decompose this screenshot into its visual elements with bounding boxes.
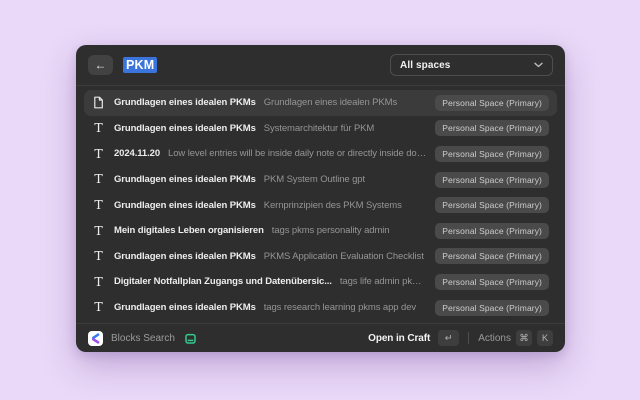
k-keycap: K <box>537 330 553 346</box>
result-row[interactable]: T Grundlagen eines idealen PKMs Grundlag… <box>84 90 557 116</box>
result-subtitle: Kernprinzipien des PKM Systems <box>264 200 402 211</box>
open-in-craft-label: Open in Craft <box>368 333 430 344</box>
back-button[interactable]: ← <box>88 55 113 75</box>
result-subtitle: tags research learning pkms app dev <box>264 302 416 313</box>
space-badge: Personal Space (Primary) <box>435 95 549 111</box>
result-title: Grundlagen eines idealen PKMs <box>114 174 256 185</box>
blocks-status-icon <box>184 332 197 345</box>
result-subtitle: Low level entries will be inside daily n… <box>168 148 427 159</box>
command-keycap: ⌘ <box>516 330 532 346</box>
actions-button[interactable]: Actions ⌘ K <box>478 330 553 346</box>
result-title: Grundlagen eines idealen PKMs <box>114 302 256 313</box>
result-title: Grundlagen eines idealen PKMs <box>114 200 256 211</box>
result-row[interactable]: T Grundlagen eines idealen PKMs tags res… <box>84 295 557 321</box>
space-badge: Personal Space (Primary) <box>435 223 549 239</box>
text-block-icon: T <box>94 276 102 289</box>
result-row[interactable]: T 2024.11.20 Low level entries will be i… <box>84 141 557 167</box>
result-row[interactable]: T Grundlagen eines idealen PKMs PKM Syst… <box>84 167 557 193</box>
result-row[interactable]: T Digitaler Notfallplan Zugangs und Date… <box>84 269 557 295</box>
craft-logo-icon <box>88 331 103 346</box>
result-subtitle: tags pkms personality admin <box>272 225 390 236</box>
blocks-search-modal: ← PKM All spaces T Grundlagen eines idea… <box>76 45 565 352</box>
footer-divider <box>468 332 469 344</box>
text-block-icon: T <box>94 301 102 314</box>
space-badge: Personal Space (Primary) <box>435 248 549 264</box>
chevron-down-icon <box>534 62 543 68</box>
text-block-icon: T <box>94 122 102 135</box>
result-title: Grundlagen eines idealen PKMs <box>114 97 256 108</box>
space-badge: Personal Space (Primary) <box>435 146 549 162</box>
result-subtitle: PKMS Application Evaluation Checklist <box>264 251 424 262</box>
results-list: T Grundlagen eines idealen PKMs Grundlag… <box>76 86 565 323</box>
text-block-icon: T <box>94 199 102 212</box>
result-title: Grundlagen eines idealen PKMs <box>114 251 256 262</box>
desktop-background: { "header": { "query": "PKM", "spaces_dr… <box>0 0 640 400</box>
document-icon <box>93 96 104 109</box>
footer-bar: Blocks Search Open in Craft ↵ Actions ⌘ … <box>76 323 565 352</box>
result-row[interactable]: T Grundlagen eines idealen PKMs Kernprin… <box>84 192 557 218</box>
result-row[interactable]: T Grundlagen eines idealen PKMs PKMS App… <box>84 244 557 270</box>
search-query-text: PKM <box>123 57 157 73</box>
app-name-label: Blocks Search <box>111 333 175 344</box>
search-header: ← PKM All spaces <box>76 45 565 86</box>
actions-label: Actions <box>478 333 511 344</box>
result-title: Mein digitales Leben organisieren <box>114 225 264 236</box>
text-block-icon: T <box>94 148 102 161</box>
space-badge: Personal Space (Primary) <box>435 172 549 188</box>
space-badge: Personal Space (Primary) <box>435 300 549 316</box>
space-badge: Personal Space (Primary) <box>435 274 549 290</box>
result-title: Digitaler Notfallplan Zugangs und Datenü… <box>114 276 332 287</box>
back-arrow-icon: ← <box>95 59 107 71</box>
result-title: 2024.11.20 <box>114 148 160 159</box>
text-block-icon: T <box>94 250 102 263</box>
open-in-craft-button[interactable]: Open in Craft ↵ <box>368 330 459 346</box>
text-block-icon: T <box>94 173 102 186</box>
result-subtitle: Grundlagen eines idealen PKMs <box>264 97 397 108</box>
spaces-filter-dropdown[interactable]: All spaces <box>390 54 553 76</box>
space-badge: Personal Space (Primary) <box>435 120 549 136</box>
result-row[interactable]: T Mein digitales Leben organisieren tags… <box>84 218 557 244</box>
text-block-icon: T <box>94 225 102 238</box>
result-subtitle: PKM System Outline gpt <box>264 174 365 185</box>
result-title: Grundlagen eines idealen PKMs <box>114 123 256 134</box>
result-subtitle: Systemarchitektur für PKM <box>264 123 374 134</box>
search-input[interactable]: PKM <box>123 57 157 73</box>
spaces-filter-label: All spaces <box>400 60 450 71</box>
result-subtitle: tags life admin pkms security <box>340 276 427 287</box>
space-badge: Personal Space (Primary) <box>435 197 549 213</box>
return-keycap: ↵ <box>438 330 459 346</box>
result-row[interactable]: T Grundlagen eines idealen PKMs Systemar… <box>84 116 557 142</box>
